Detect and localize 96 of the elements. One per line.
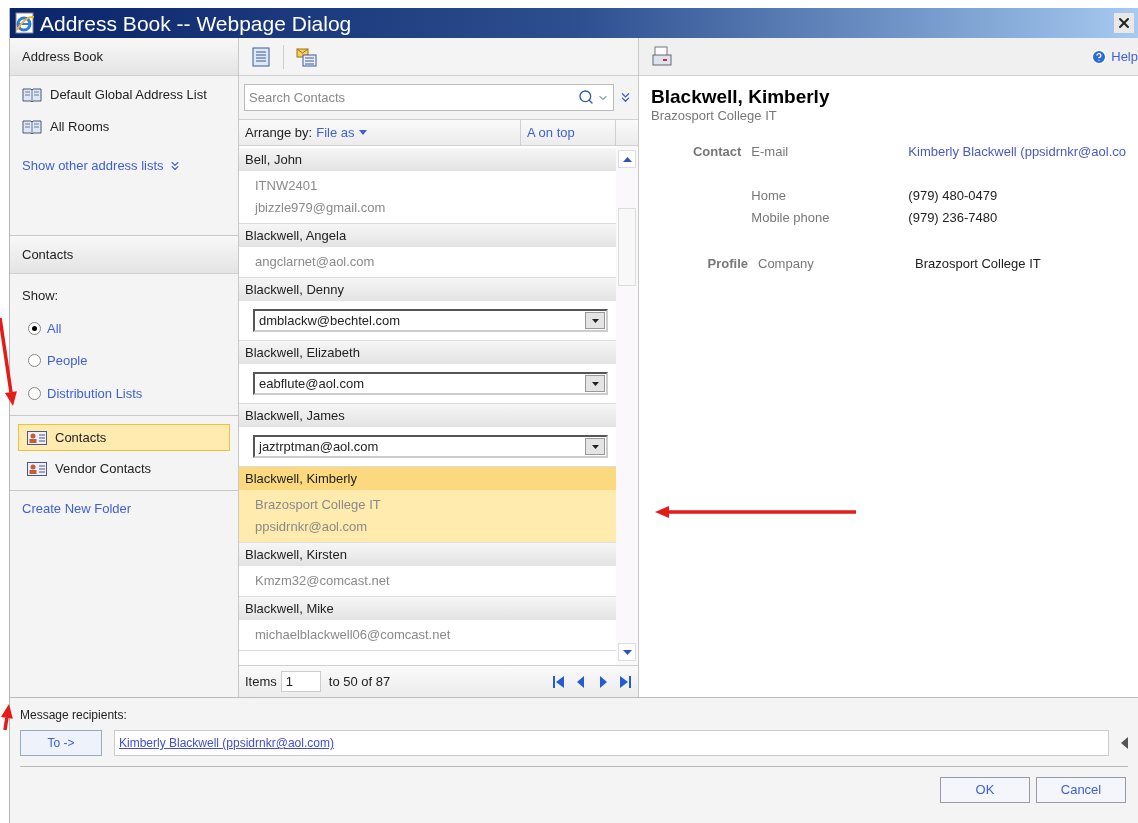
section-header: Address Book <box>10 38 238 76</box>
scroll-down-button[interactable] <box>618 643 636 661</box>
contact-name: Blackwell, Kimberly <box>239 467 616 490</box>
contact-detail: Kmzm32@comcast.net <box>255 572 391 590</box>
dialog-button[interactable]: Cancel <box>1036 777 1126 803</box>
dropdown-button[interactable] <box>585 375 605 392</box>
contact-name: Blackwell, Elizabeth <box>239 341 616 364</box>
page-field[interactable]: 1 <box>280 671 321 692</box>
contact-name: Blackwell, Angela <box>239 224 616 247</box>
recipients-label: Message recipients: <box>20 707 128 724</box>
help-icon <box>1091 48 1108 65</box>
field-value: (979) 236-7480 <box>908 209 998 227</box>
email-dropdown[interactable]: dmblackw@bechtel.com <box>253 309 608 332</box>
field-label: Home <box>751 186 788 205</box>
recipients-field[interactable]: Kimberly Blackwell (ppsidrnkr@aol.com) <box>114 730 1109 756</box>
scroll-up-button[interactable] <box>618 150 636 168</box>
scrollbar[interactable] <box>616 146 638 665</box>
radio-button[interactable] <box>28 386 41 400</box>
book-icon <box>22 119 42 135</box>
book-icon <box>22 87 42 103</box>
address-list-item[interactable]: Default Global Address List <box>22 84 226 106</box>
email-dropdown[interactable]: eabflute@aol.com <box>253 372 608 395</box>
contact-entry[interactable]: Blackwell, Denny dmblackw@bechtel.com <box>239 278 616 341</box>
last-page-icon[interactable] <box>618 674 632 689</box>
field-value: Brazosport College IT <box>915 254 1041 273</box>
item-range: to 50 of 87 <box>328 672 391 691</box>
arrange-label: Arrange by: <box>245 123 313 142</box>
caret-icon <box>591 318 599 323</box>
contact-entry[interactable]: Bell, John ITNW2401 jbizzle979@gmail.com <box>239 148 616 224</box>
first-page-icon[interactable] <box>552 674 566 689</box>
caret-icon <box>358 130 367 135</box>
arrange-dropdown[interactable]: File as <box>316 122 367 143</box>
folder-item[interactable]: Vendor Contacts <box>18 455 230 482</box>
search-field[interactable]: Search Contacts <box>244 84 614 111</box>
scroll-thumb[interactable] <box>618 208 636 286</box>
contact-heading: Blackwell, Kimberly <box>651 86 831 108</box>
annotation-arrow <box>0 704 13 731</box>
filter-label[interactable]: People <box>47 351 88 371</box>
contact-card-icon <box>27 461 47 476</box>
field-label: E-mail <box>751 143 790 161</box>
contact-name: Blackwell, Mike <box>239 597 616 620</box>
contact-name: Blackwell, Kirsten <box>239 543 616 566</box>
contact-card-icon <box>27 430 47 445</box>
recipient-link[interactable]: Kimberly Blackwell (ppsidrnkr@aol.com) <box>119 734 334 752</box>
contact-name: Blackwell, James <box>239 404 616 427</box>
folder-item[interactable]: Contacts <box>18 424 230 451</box>
caret-icon <box>591 381 599 386</box>
dropdown-button[interactable] <box>585 312 605 329</box>
contact-name: Bell, John <box>239 148 616 171</box>
new-message-icon[interactable] <box>296 46 318 67</box>
contact-name: Blackwell, Denny <box>239 278 616 301</box>
contact-entry[interactable]: Blackwell, Kirsten Kmzm32@comcast.net <box>239 543 616 597</box>
show-other-lists-link[interactable]: Show other address lists <box>22 156 226 176</box>
contact-entry[interactable]: Blackwell, Mike michaelblackwell06@comcast.net <box>239 597 616 651</box>
address-list-item[interactable]: All Rooms <box>22 116 226 138</box>
section-label: Profile <box>706 254 749 273</box>
contact-entry[interactable]: Blackwell, Kimberly Brazosport College IT ppsidrnkr@aol.com <box>239 467 616 543</box>
sort-order-button[interactable]: A on top <box>521 120 616 145</box>
down-arrow-icon <box>622 649 632 655</box>
contact-entry[interactable]: Blackwell, Angela angclarnet@aol.com <box>239 224 616 278</box>
create-folder-link[interactable]: Create New Folder <box>22 499 132 519</box>
contact-entry[interactable]: Blackwell, James jaztrptman@aol.com <box>239 404 616 467</box>
section-header: Contacts <box>10 236 238 274</box>
contact-company: Brazosport College IT <box>651 108 778 124</box>
caret-icon <box>591 444 599 449</box>
close-icon <box>1116 15 1132 31</box>
close-button[interactable] <box>1114 13 1134 33</box>
contact-detail: ppsidrnkr@aol.com <box>255 518 369 536</box>
contact-detail: Brazosport College IT <box>255 496 382 514</box>
to-button[interactable]: To -> <box>20 730 102 756</box>
browser-icon <box>14 12 36 34</box>
radio-button[interactable] <box>28 354 41 368</box>
show-label: Show: <box>22 287 60 305</box>
filter-label[interactable]: Distribution Lists <box>47 383 143 403</box>
filter-label[interactable]: All <box>47 318 62 338</box>
field-label: Company <box>758 254 815 273</box>
search-icon[interactable] <box>578 89 594 105</box>
email-dropdown[interactable]: jaztrptman@aol.com <box>253 435 608 458</box>
section-label: Contact <box>691 143 743 161</box>
up-arrow-icon <box>622 156 632 162</box>
collapse-arrow-icon[interactable] <box>1121 737 1128 749</box>
contact-entry[interactable]: Blackwell, Elizabeth eabflute@aol.com <box>239 341 616 404</box>
contact-detail: angclarnet@aol.com <box>255 253 376 271</box>
help-link[interactable]: Help <box>1091 46 1138 67</box>
dialog-button[interactable]: OK <box>940 777 1030 803</box>
dropdown-button[interactable] <box>585 438 605 455</box>
contact-detail: ITNW2401 <box>255 177 319 195</box>
email-link[interactable]: Kimberly Blackwell (ppsidrnkr@aol.co <box>908 142 1126 162</box>
radio-button[interactable] <box>28 321 41 335</box>
contact-detail: michaelblackwell06@comcast.net <box>255 626 452 644</box>
print-icon[interactable] <box>651 45 673 68</box>
items-label: Items <box>245 672 277 691</box>
field-value: (979) 480-0479 <box>908 186 998 205</box>
field-label: Mobile phone <box>751 209 831 227</box>
contact-detail: jbizzle979@gmail.com <box>255 199 387 217</box>
window-title: Address Book -- Webpage Dialog <box>40 12 352 34</box>
